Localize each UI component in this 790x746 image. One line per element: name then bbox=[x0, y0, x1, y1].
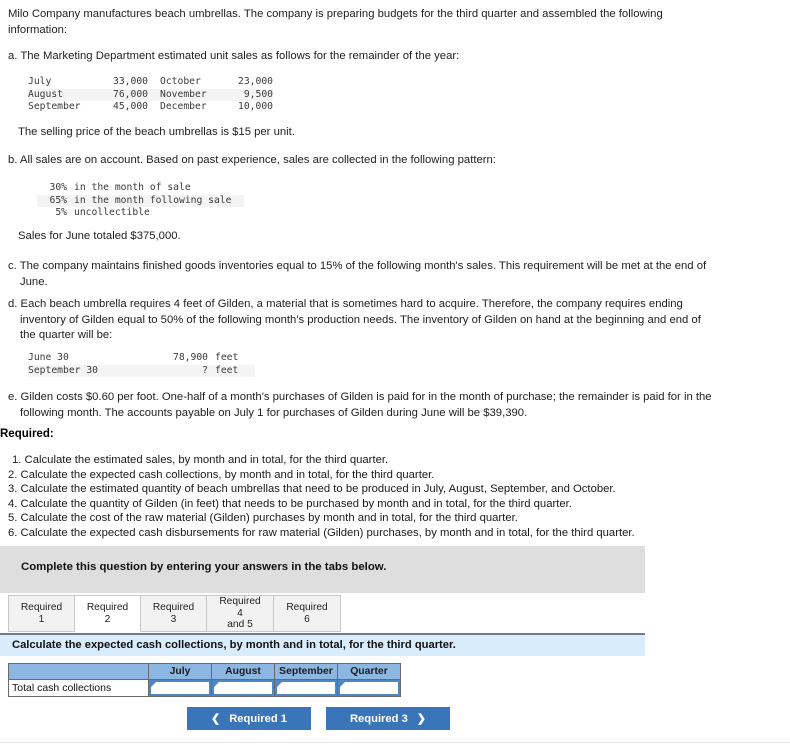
sales-units-1: 76,000 bbox=[113, 88, 148, 100]
table-row: August 76,000 November 9,500 bbox=[28, 88, 273, 102]
cell-september[interactable] bbox=[274, 679, 338, 697]
chevron-left-icon: ❮ bbox=[210, 713, 221, 725]
required-heading: Required: bbox=[0, 428, 54, 440]
tab-required-3[interactable]: Required 3 bbox=[140, 595, 207, 632]
problem-item-a: a. The Marketing Department estimated un… bbox=[8, 50, 460, 62]
table-row: 5% uncollectible bbox=[37, 207, 244, 220]
gilden-label: September 30 bbox=[28, 364, 98, 376]
tab-label: Required 1 bbox=[20, 602, 63, 625]
cell-august[interactable] bbox=[211, 679, 275, 697]
required-item: 4. Calculate the quantity of Gilden (in … bbox=[8, 497, 572, 510]
input-july[interactable] bbox=[149, 680, 211, 696]
problem-item-b: b. All sales are on account. Based on pa… bbox=[8, 154, 496, 166]
collection-desc: uncollectible bbox=[74, 207, 150, 219]
table-row: 30% in the month of sale bbox=[37, 182, 244, 195]
collection-desc: in the month following sale bbox=[74, 194, 232, 206]
gilden-unit: feet bbox=[215, 352, 239, 363]
sales-units-1: 33,000 bbox=[113, 76, 148, 87]
column-header-september: September bbox=[274, 663, 338, 680]
gilden-inventory-table: June 30 78,900 feet September 30 ? feet bbox=[28, 352, 255, 378]
gilden-label: June 30 bbox=[28, 352, 69, 363]
tab-label: Required 6 bbox=[286, 602, 328, 625]
next-requirement-label: Required 3 bbox=[349, 712, 408, 725]
input-september[interactable] bbox=[275, 680, 337, 696]
bottom-divider bbox=[0, 742, 790, 743]
tab-required-4-and-5[interactable]: Required 4 and 5 bbox=[206, 595, 274, 632]
tab-required-1[interactable]: Required 1 bbox=[8, 595, 75, 632]
required-list: 1. Calculate the estimated sales, by mon… bbox=[8, 453, 728, 541]
collection-pct: 5% bbox=[55, 207, 67, 219]
table-row: July 33,000 October 23,000 bbox=[28, 76, 273, 89]
gilden-value: 78,900 bbox=[173, 352, 208, 363]
previous-requirement-label: Required 1 bbox=[229, 712, 288, 725]
unit-sales-table: July 33,000 October 23,000 August 76,000… bbox=[28, 76, 273, 114]
table-header-row: July August September Quarter bbox=[8, 663, 401, 680]
june-sales-text: Sales for June totaled $375,000. bbox=[18, 230, 181, 242]
required-item: 3. Calculate the estimated quantity of b… bbox=[8, 483, 616, 496]
problem-item-c: c. The company maintains finished goods … bbox=[8, 260, 707, 288]
sales-month-1: September bbox=[28, 101, 81, 113]
column-header-quarter: Quarter bbox=[337, 663, 401, 680]
requirement-tabs: Required 1 Required 2 Required 3 Require… bbox=[8, 595, 341, 632]
complete-question-banner: Complete this question by entering your … bbox=[0, 546, 645, 593]
tab-required-6[interactable]: Required 6 bbox=[273, 595, 341, 632]
cash-collections-answer-table: July August September Quarter Total cash… bbox=[8, 663, 401, 697]
sales-month-2: November bbox=[160, 88, 207, 100]
problem-intro: Milo Company manufactures beach umbrella… bbox=[8, 8, 663, 36]
sales-units-1: 45,000 bbox=[113, 101, 148, 113]
row-label-total-cash-collections: Total cash collections bbox=[8, 679, 149, 697]
sales-month-2: December bbox=[160, 101, 207, 113]
next-requirement-button[interactable]: Required 3 ❯ bbox=[326, 707, 450, 730]
cell-quarter[interactable] bbox=[337, 679, 401, 697]
table-row: Total cash collections bbox=[8, 679, 401, 697]
sales-month-2: October bbox=[160, 76, 201, 87]
tab-label: Required 3 bbox=[152, 602, 195, 625]
cell-july[interactable] bbox=[148, 679, 212, 697]
table-row: 65% in the month following sale bbox=[37, 194, 244, 208]
previous-requirement-button[interactable]: ❮ Required 1 bbox=[187, 707, 311, 730]
sales-month-1: July bbox=[28, 76, 52, 87]
input-quarter[interactable] bbox=[338, 680, 400, 696]
required-item: 1. Calculate the estimated sales, by mon… bbox=[12, 454, 389, 466]
collection-desc: in the month of sale bbox=[74, 182, 191, 193]
sales-units-2: 9,500 bbox=[243, 88, 273, 100]
selling-price-text: The selling price of the beach umbrellas… bbox=[18, 126, 295, 138]
collection-pattern-table: 30% in the month of sale 65% in the mont… bbox=[37, 182, 244, 220]
column-header-august: August bbox=[211, 663, 275, 680]
required-item: 2. Calculate the expected cash collectio… bbox=[8, 468, 435, 481]
tab-label-line2: and 5 bbox=[227, 619, 253, 631]
tab-label-line1: Required 4 bbox=[219, 596, 261, 619]
sales-month-1: August bbox=[28, 88, 63, 100]
table-corner-header bbox=[8, 663, 149, 680]
question-prompt-text: Calculate the expected cash collections,… bbox=[12, 639, 456, 651]
column-header-july: July bbox=[148, 663, 212, 680]
question-page: Milo Company manufactures beach umbrella… bbox=[0, 0, 790, 746]
sales-units-2: 23,000 bbox=[238, 76, 273, 87]
required-item: 5. Calculate the cost of the raw materia… bbox=[8, 512, 518, 525]
chevron-right-icon: ❯ bbox=[416, 713, 427, 725]
table-row: September 30 ? feet bbox=[28, 364, 255, 378]
input-august[interactable] bbox=[212, 680, 274, 696]
collection-pct: 30% bbox=[49, 182, 68, 193]
question-prompt-strip: Calculate the expected cash collections,… bbox=[0, 633, 645, 656]
problem-item-d: d. Each beach umbrella requires 4 feet o… bbox=[8, 298, 701, 341]
sales-units-2: 10,000 bbox=[238, 101, 273, 113]
complete-question-text: Complete this question by entering your … bbox=[21, 561, 387, 573]
collection-pct: 65% bbox=[49, 194, 68, 206]
gilden-value: ? bbox=[202, 364, 208, 376]
table-row: June 30 78,900 feet bbox=[28, 352, 255, 365]
tab-label: Required 4 and 5 bbox=[217, 596, 263, 631]
problem-item-e: e. Gilden costs $0.60 per foot. One-half… bbox=[8, 391, 712, 419]
table-row: September 45,000 December 10,000 bbox=[28, 101, 273, 114]
tab-required-2[interactable]: Required 2 bbox=[74, 595, 141, 632]
tab-label: Required 2 bbox=[86, 602, 129, 625]
required-item: 6. Calculate the expected cash disbursem… bbox=[8, 526, 635, 539]
gilden-unit: feet bbox=[215, 364, 239, 376]
